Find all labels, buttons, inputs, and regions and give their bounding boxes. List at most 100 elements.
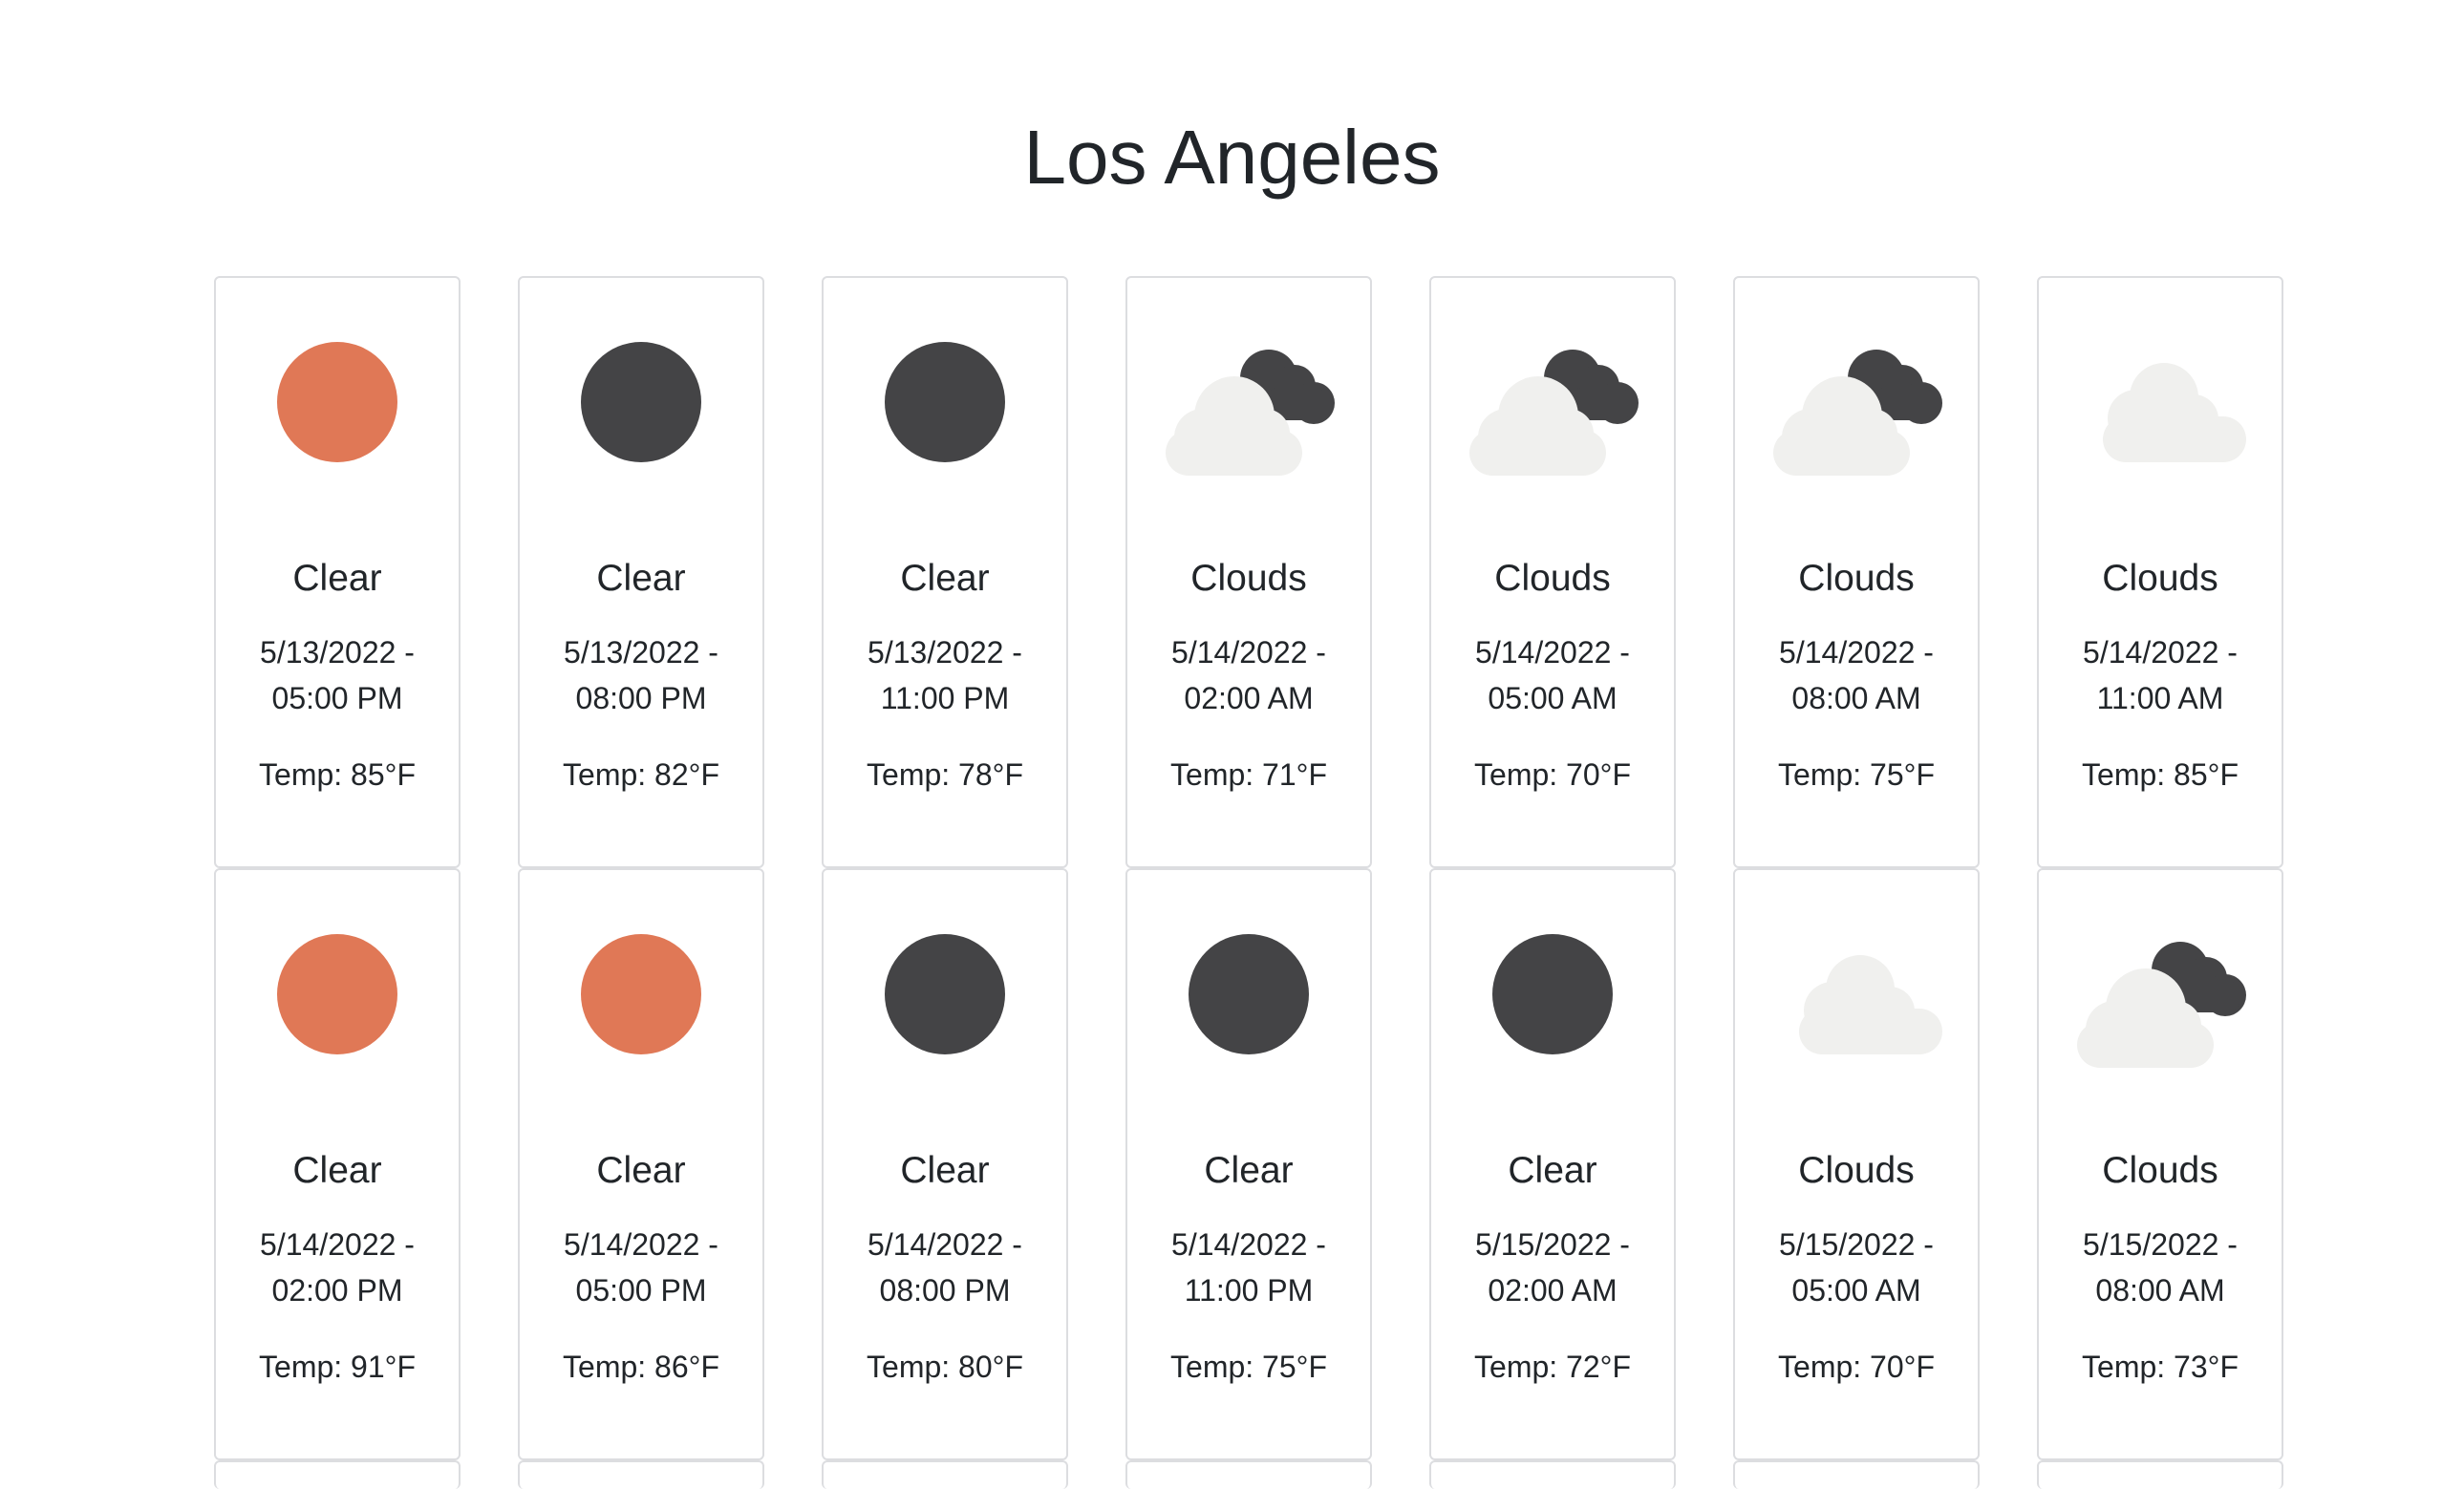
forecast-datetime: 5/14/2022 - 08:00 PM bbox=[824, 1222, 1066, 1313]
forecast-card: Clear 5/13/2022 - 08:00 PM Temp: 82°F bbox=[518, 276, 764, 868]
forecast-time: 08:00 PM bbox=[575, 681, 707, 715]
forecast-time: 08:00 AM bbox=[1791, 681, 1921, 715]
forecast-temp: Temp: 86°F bbox=[563, 1350, 719, 1384]
forecast-card-partial bbox=[1733, 1460, 1980, 1489]
moon-icon bbox=[824, 316, 1066, 488]
forecast-date: 5/14/2022 - bbox=[868, 1227, 1022, 1262]
forecast-datetime: 5/15/2022 - 08:00 AM bbox=[2039, 1222, 2282, 1313]
forecast-card-partial bbox=[822, 1460, 1068, 1489]
forecast-condition: Clouds bbox=[2102, 558, 2218, 599]
forecast-card: Clear 5/15/2022 - 02:00 AM Temp: 72°F bbox=[1429, 868, 1676, 1460]
forecast-card-partial bbox=[1429, 1460, 1676, 1489]
forecast-temp: Temp: 85°F bbox=[259, 757, 416, 792]
forecast-condition: Clouds bbox=[2102, 1150, 2218, 1191]
forecast-date: 5/14/2022 - bbox=[1475, 635, 1630, 670]
forecast-datetime: 5/14/2022 - 11:00 PM bbox=[1127, 1222, 1370, 1313]
forecast-condition: Clear bbox=[596, 558, 686, 599]
forecast-card-partial bbox=[2037, 1460, 2283, 1489]
moon-icon bbox=[1431, 908, 1674, 1080]
forecast-time: 08:00 AM bbox=[2095, 1273, 2225, 1308]
forecast-condition: Clear bbox=[900, 558, 990, 599]
sun-icon bbox=[216, 908, 459, 1080]
forecast-grid: Clear 5/13/2022 - 05:00 PM Temp: 85°F Clear 5… bbox=[214, 276, 2283, 1489]
forecast-datetime: 5/13/2022 - 08:00 PM bbox=[520, 629, 762, 721]
forecast-temp: Temp: 70°F bbox=[1474, 757, 1631, 792]
forecast-card: Clouds 5/14/2022 - 02:00 AM Temp: 71°F bbox=[1125, 276, 1372, 868]
forecast-condition: Clear bbox=[596, 1150, 686, 1191]
forecast-time: 05:00 AM bbox=[1791, 1273, 1921, 1308]
forecast-time: 05:00 PM bbox=[575, 1273, 707, 1308]
forecast-time: 11:00 PM bbox=[880, 681, 1010, 715]
forecast-datetime: 5/13/2022 - 05:00 PM bbox=[216, 629, 459, 721]
cloud-icon bbox=[2039, 316, 2282, 488]
forecast-card: Clear 5/14/2022 - 11:00 PM Temp: 75°F bbox=[1125, 868, 1372, 1460]
forecast-date: 5/13/2022 - bbox=[868, 635, 1022, 670]
forecast-condition: Clouds bbox=[1190, 558, 1307, 599]
forecast-condition: Clouds bbox=[1494, 558, 1611, 599]
forecast-card: Clouds 5/14/2022 - 08:00 AM Temp: 75°F bbox=[1733, 276, 1980, 868]
sun-icon bbox=[216, 316, 459, 488]
forecast-date: 5/13/2022 - bbox=[260, 635, 415, 670]
forecast-date: 5/15/2022 - bbox=[1475, 1227, 1630, 1262]
forecast-date: 5/14/2022 - bbox=[1779, 635, 1934, 670]
forecast-card: Clear 5/13/2022 - 05:00 PM Temp: 85°F bbox=[214, 276, 461, 868]
forecast-temp: Temp: 75°F bbox=[1778, 757, 1935, 792]
forecast-datetime: 5/14/2022 - 11:00 AM bbox=[2039, 629, 2282, 721]
forecast-temp: Temp: 85°F bbox=[2082, 757, 2239, 792]
forecast-date: 5/14/2022 - bbox=[564, 1227, 718, 1262]
forecast-temp: Temp: 75°F bbox=[1170, 1350, 1327, 1384]
forecast-temp: Temp: 73°F bbox=[2082, 1350, 2239, 1384]
forecast-condition: Clear bbox=[1204, 1150, 1294, 1191]
forecast-date: 5/15/2022 - bbox=[1779, 1227, 1934, 1262]
forecast-temp: Temp: 70°F bbox=[1778, 1350, 1935, 1384]
forecast-date: 5/14/2022 - bbox=[2083, 635, 2238, 670]
forecast-temp: Temp: 72°F bbox=[1474, 1350, 1631, 1384]
forecast-datetime: 5/14/2022 - 08:00 AM bbox=[1735, 629, 1978, 721]
forecast-date: 5/15/2022 - bbox=[2083, 1227, 2238, 1262]
forecast-condition: Clear bbox=[292, 1150, 382, 1191]
forecast-card: Clear 5/14/2022 - 08:00 PM Temp: 80°F bbox=[822, 868, 1068, 1460]
forecast-card-partial bbox=[214, 1460, 461, 1489]
forecast-time: 11:00 AM bbox=[2096, 681, 2224, 715]
forecast-card-partial bbox=[1125, 1460, 1372, 1489]
forecast-datetime: 5/14/2022 - 02:00 AM bbox=[1127, 629, 1370, 721]
moon-icon bbox=[1127, 908, 1370, 1080]
forecast-time: 02:00 AM bbox=[1488, 1273, 1618, 1308]
forecast-condition: Clear bbox=[900, 1150, 990, 1191]
forecast-card: Clear 5/13/2022 - 11:00 PM Temp: 78°F bbox=[822, 276, 1068, 868]
forecast-time: 02:00 PM bbox=[271, 1273, 403, 1308]
forecast-datetime: 5/14/2022 - 05:00 AM bbox=[1431, 629, 1674, 721]
cloud-icon bbox=[1735, 908, 1978, 1080]
weather-page: Los Angeles Clear 5/13/2022 - 05:00 PM Temp… bbox=[0, 0, 2464, 1489]
forecast-time: 11:00 PM bbox=[1184, 1273, 1314, 1308]
forecast-datetime: 5/15/2022 - 02:00 AM bbox=[1431, 1222, 1674, 1313]
forecast-temp: Temp: 71°F bbox=[1170, 757, 1327, 792]
forecast-date: 5/13/2022 - bbox=[564, 635, 718, 670]
forecast-condition: Clear bbox=[292, 558, 382, 599]
forecast-date: 5/14/2022 - bbox=[260, 1227, 415, 1262]
forecast-date: 5/14/2022 - bbox=[1171, 1227, 1326, 1262]
forecast-card-partial bbox=[518, 1460, 764, 1489]
moon-icon bbox=[520, 316, 762, 488]
forecast-time: 02:00 AM bbox=[1184, 681, 1314, 715]
forecast-card: Clear 5/14/2022 - 02:00 PM Temp: 91°F bbox=[214, 868, 461, 1460]
forecast-datetime: 5/14/2022 - 05:00 PM bbox=[520, 1222, 762, 1313]
forecast-temp: Temp: 78°F bbox=[867, 757, 1023, 792]
forecast-condition: Clouds bbox=[1798, 558, 1915, 599]
night-clouds-icon bbox=[1431, 316, 1674, 488]
forecast-card: Clouds 5/14/2022 - 11:00 AM Temp: 85°F bbox=[2037, 276, 2283, 868]
night-clouds-icon bbox=[2039, 908, 2282, 1080]
forecast-date: 5/14/2022 - bbox=[1171, 635, 1326, 670]
forecast-card: Clouds 5/15/2022 - 08:00 AM Temp: 73°F bbox=[2037, 868, 2283, 1460]
forecast-datetime: 5/14/2022 - 02:00 PM bbox=[216, 1222, 459, 1313]
moon-icon bbox=[824, 908, 1066, 1080]
forecast-temp: Temp: 80°F bbox=[867, 1350, 1023, 1384]
night-clouds-icon bbox=[1127, 316, 1370, 488]
forecast-condition: Clear bbox=[1508, 1150, 1597, 1191]
forecast-card: Clouds 5/15/2022 - 05:00 AM Temp: 70°F bbox=[1733, 868, 1980, 1460]
forecast-datetime: 5/13/2022 - 11:00 PM bbox=[824, 629, 1066, 721]
sun-icon bbox=[520, 908, 762, 1080]
forecast-temp: Temp: 91°F bbox=[259, 1350, 416, 1384]
forecast-time: 05:00 AM bbox=[1488, 681, 1618, 715]
forecast-condition: Clouds bbox=[1798, 1150, 1915, 1191]
